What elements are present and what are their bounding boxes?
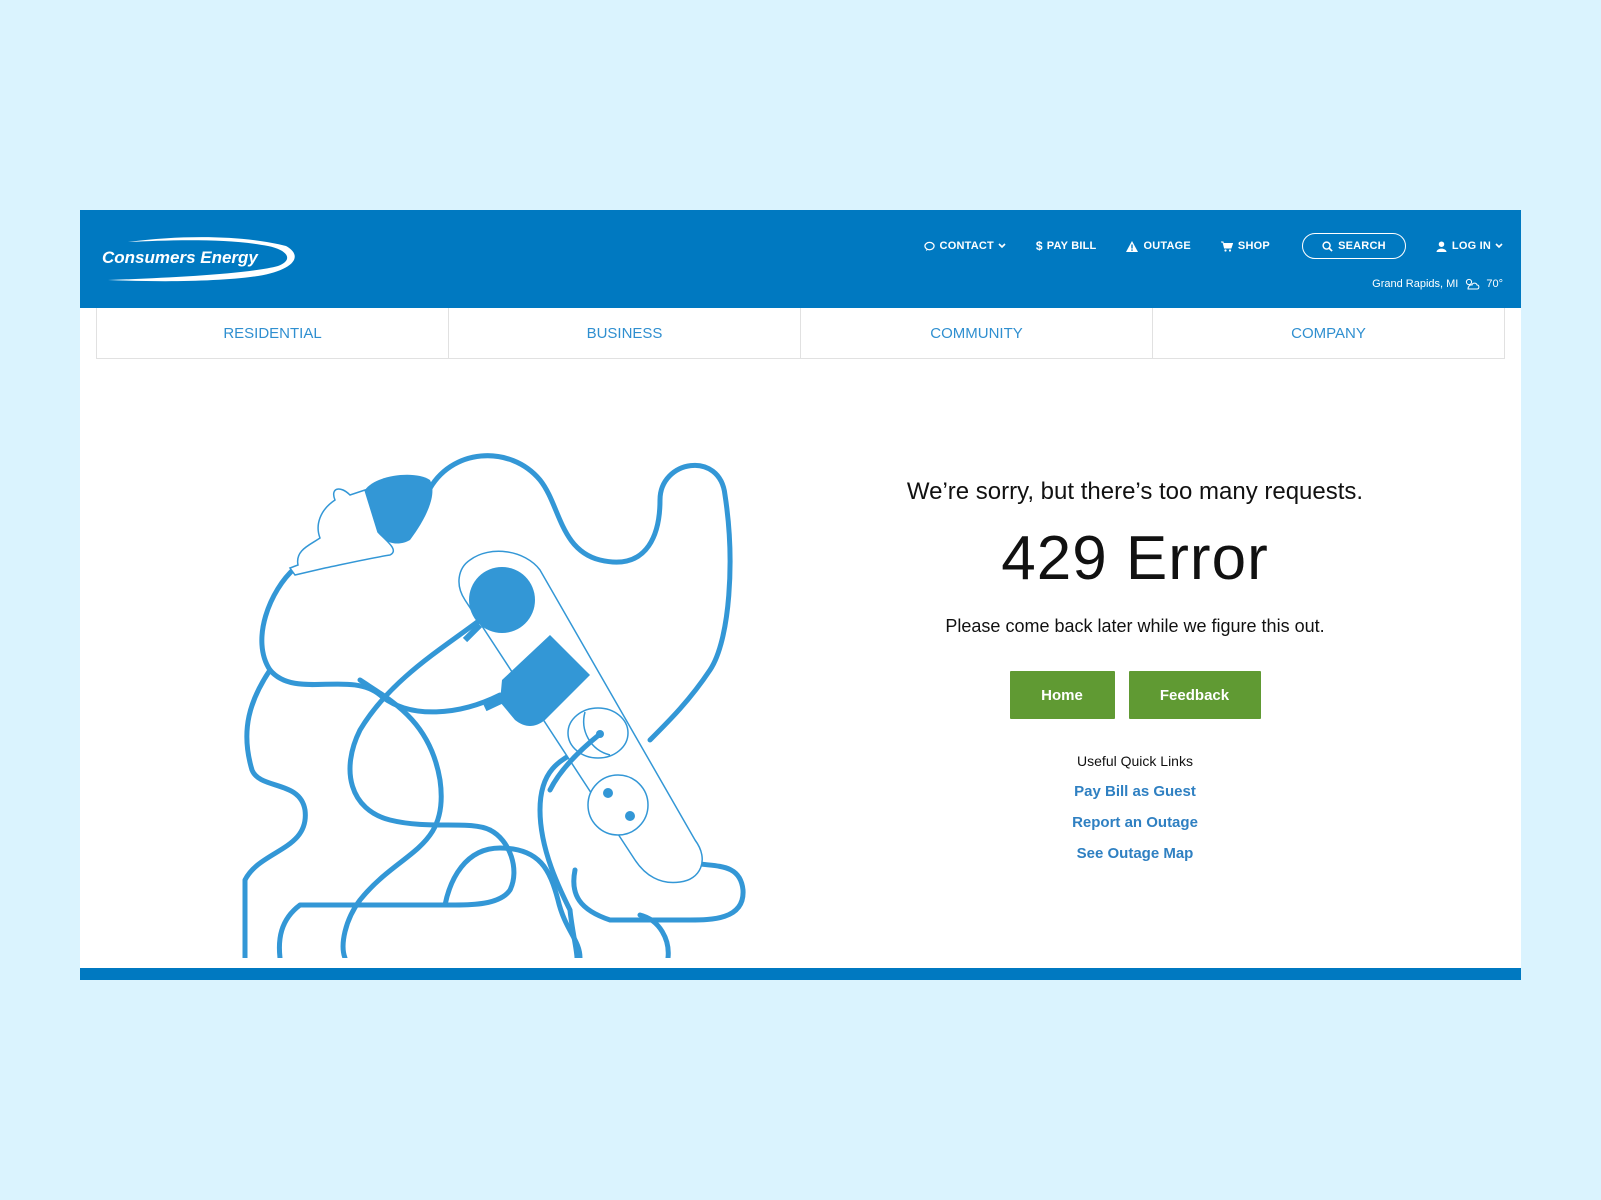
login-menu[interactable]: LOG IN xyxy=(1436,240,1503,252)
chevron-down-icon xyxy=(998,243,1006,249)
contact-menu[interactable]: CONTACT xyxy=(923,240,1006,252)
error-message: Please come back later while we figure t… xyxy=(945,616,1325,636)
home-button[interactable]: Home xyxy=(1009,671,1115,719)
footer-bar xyxy=(80,968,1521,980)
feedback-button[interactable]: Feedback xyxy=(1128,671,1261,719)
utility-nav: CONTACT $ PAY BILL OUTAGE SHOP SEARCH LO… xyxy=(894,232,1503,260)
search-button[interactable]: SEARCH xyxy=(1301,233,1406,259)
action-buttons: Home Feedback xyxy=(800,671,1470,719)
nav-residential[interactable]: RESIDENTIAL xyxy=(96,308,448,358)
search-label: SEARCH xyxy=(1338,240,1386,252)
outage-map-link[interactable]: See Outage Map xyxy=(800,845,1470,862)
quick-links-list: Pay Bill as Guest Report an Outage See O… xyxy=(800,783,1470,862)
outage-link[interactable]: OUTAGE xyxy=(1126,240,1191,252)
brand-logo[interactable]: Consumers Energy xyxy=(98,232,298,284)
quick-links-title: Useful Quick Links xyxy=(1077,753,1193,769)
warning-icon xyxy=(1126,240,1139,252)
contact-label: CONTACT xyxy=(939,240,994,252)
pay-bill-label: PAY BILL xyxy=(1046,240,1097,252)
location-weather: Grand Rapids, MI 70° xyxy=(1372,278,1503,290)
location-city: Grand Rapids, MI xyxy=(1372,278,1459,290)
search-icon xyxy=(1322,240,1333,252)
page-frame: Consumers Energy CONTACT $ PAY BILL OUTA… xyxy=(80,210,1521,980)
svg-text:Consumers Energy: Consumers Energy xyxy=(102,248,259,267)
tangled-cords-illustration xyxy=(240,450,770,961)
nav-business[interactable]: BUSINESS xyxy=(448,308,800,358)
error-content: We’re sorry, but there’s too many reques… xyxy=(800,478,1470,876)
dollar-icon: $ xyxy=(1035,239,1043,253)
partly-cloudy-icon xyxy=(1466,278,1480,290)
plug-icon xyxy=(288,474,433,576)
nav-community[interactable]: COMMUNITY xyxy=(800,308,1152,358)
pay-bill-guest-link[interactable]: Pay Bill as Guest xyxy=(800,783,1470,800)
login-label: LOG IN xyxy=(1451,240,1491,252)
pay-bill-link[interactable]: $ PAY BILL xyxy=(1036,239,1097,253)
user-icon xyxy=(1436,240,1447,252)
temperature: 70° xyxy=(1486,278,1503,290)
nav-company[interactable]: COMPANY xyxy=(1152,308,1505,358)
main-nav: RESIDENTIAL BUSINESS COMMUNITY COMPANY xyxy=(96,308,1505,359)
chat-bubble-icon xyxy=(923,241,935,251)
error-code: 429 Error xyxy=(1001,524,1269,593)
shop-label: SHOP xyxy=(1237,240,1270,252)
outage-label: OUTAGE xyxy=(1143,240,1191,252)
header-bar: Consumers Energy CONTACT $ PAY BILL OUTA… xyxy=(80,210,1521,308)
power-strip-illustration xyxy=(242,453,746,961)
chevron-down-icon xyxy=(1495,243,1503,249)
cart-icon xyxy=(1220,241,1233,252)
error-headline: We’re sorry, but there’s too many reques… xyxy=(906,478,1364,505)
report-outage-link[interactable]: Report an Outage xyxy=(800,814,1470,831)
shop-link[interactable]: SHOP xyxy=(1220,240,1270,252)
